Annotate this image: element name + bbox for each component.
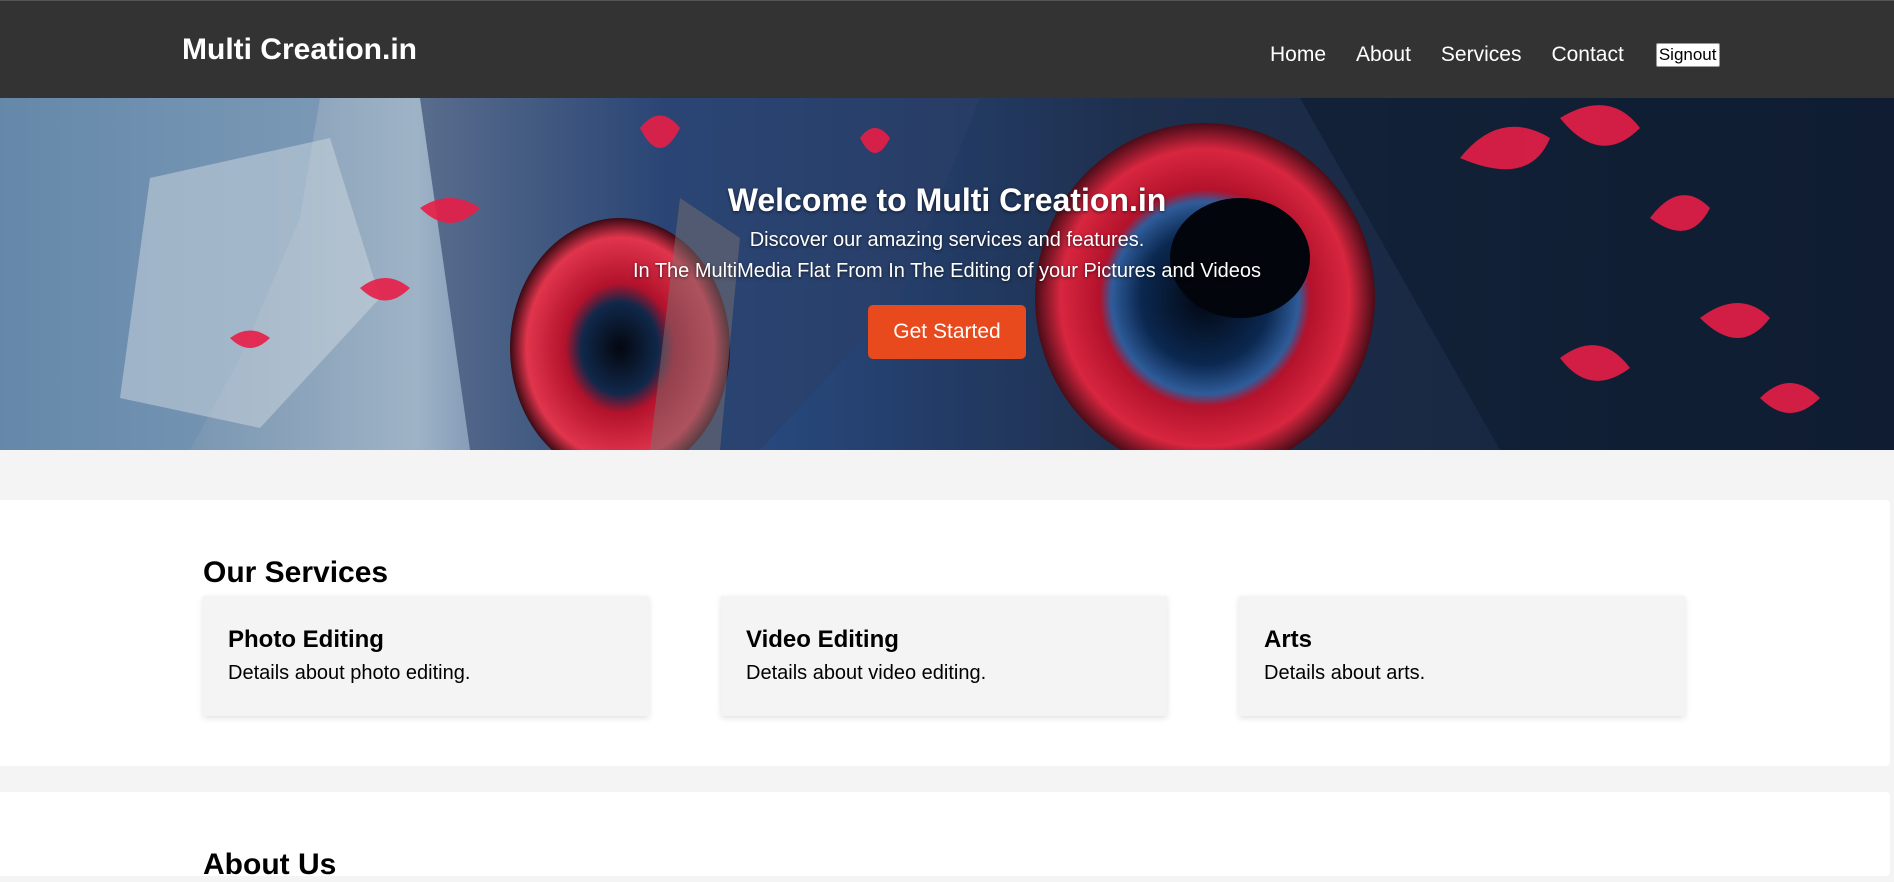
service-card-desc: Details about video editing. xyxy=(746,662,987,684)
main-nav: Home About Services Contact Signout xyxy=(1270,43,1720,67)
hero-banner: Welcome to Multi Creation.in Discover ou… xyxy=(0,98,1894,450)
site-header: Multi Creation.in Home About Services Co… xyxy=(0,0,1894,98)
service-card-title: Photo Editing xyxy=(228,626,384,653)
service-card-video-editing: Video Editing Details about video editin… xyxy=(721,596,1167,716)
service-card-title: Video Editing xyxy=(746,626,899,653)
nav-services-link[interactable]: Services xyxy=(1441,43,1522,67)
services-title: Our Services xyxy=(203,556,389,589)
service-card-title: Arts xyxy=(1264,626,1313,653)
site-logo[interactable]: Multi Creation.in xyxy=(182,33,417,67)
service-card-desc: Details about photo editing. xyxy=(228,662,471,684)
service-card-desc: Details about arts. xyxy=(1264,662,1426,684)
signout-button[interactable]: Signout xyxy=(1655,43,1720,67)
about-section: About Us xyxy=(0,792,1890,881)
nav-about-link[interactable]: About xyxy=(1356,43,1411,67)
get-started-button[interactable]: Get Started xyxy=(868,305,1026,359)
hero-description: In The MultiMedia Flat From In The Editi… xyxy=(632,260,1262,282)
about-title: About Us xyxy=(203,848,337,881)
nav-contact-link[interactable]: Contact xyxy=(1551,43,1623,67)
services-section: Our Services Photo Editing Details about… xyxy=(0,500,1890,766)
nav-home-link[interactable]: Home xyxy=(1270,43,1326,67)
service-card-photo-editing: Photo Editing Details about photo editin… xyxy=(203,596,649,716)
hero-subtitle: Discover our amazing services and featur… xyxy=(749,229,1145,251)
hero-title: Welcome to Multi Creation.in xyxy=(727,182,1167,218)
service-card-arts: Arts Details about arts. xyxy=(1239,596,1685,716)
